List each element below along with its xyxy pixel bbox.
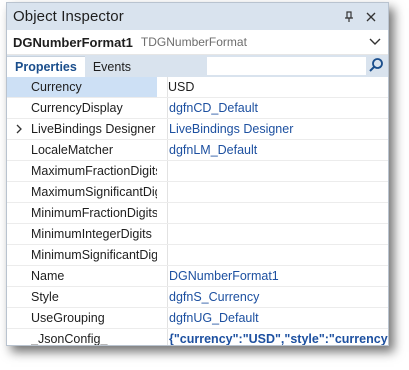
property-value-text <box>168 164 169 178</box>
property-row-name[interactable]: Name DGNumberFormat1 <box>7 266 388 287</box>
property-value[interactable] <box>167 224 388 244</box>
property-value-text: {"currency":"USD","style":"currency"} <box>169 332 388 346</box>
tab-properties[interactable]: Properties <box>7 56 85 77</box>
property-value-text <box>168 248 169 262</box>
window-title: Object Inspector <box>13 8 124 25</box>
search-icon[interactable] <box>368 57 384 78</box>
property-name: UseGrouping <box>31 311 105 325</box>
property-name: MaximumFractionDigits <box>31 164 157 178</box>
tabs-bar: Properties Events <box>7 55 388 77</box>
property-grid: Currency USD CurrencyDisplay dgfnCD_Defa… <box>7 77 388 346</box>
property-row-maximumfractiondigits[interactable]: MaximumFractionDigits <box>7 161 388 182</box>
property-value[interactable]: LiveBindings Designer <box>167 119 388 139</box>
property-value[interactable] <box>167 161 388 181</box>
property-name: LocaleMatcher <box>31 143 113 157</box>
property-row-minimumsignificantdigits[interactable]: MinimumSignificantDigits <box>7 245 388 266</box>
property-value[interactable] <box>167 182 388 202</box>
property-value-text <box>168 206 169 220</box>
property-value-text <box>168 227 169 241</box>
property-name: Style <box>31 290 59 304</box>
expand-chevron-icon[interactable] <box>14 123 24 135</box>
property-value[interactable]: dgfnS_Currency <box>167 287 388 307</box>
property-value-input[interactable]: USD <box>167 77 388 97</box>
property-row-jsonconfig[interactable]: _JsonConfig_ {"currency":"USD","style":"… <box>7 329 388 346</box>
property-row-localematcher[interactable]: LocaleMatcher dgfnLM_Default <box>7 140 388 161</box>
component-type: TDGNumberFormat <box>140 35 247 49</box>
property-name: LiveBindings Designer <box>31 122 156 136</box>
property-name: CurrencyDisplay <box>31 101 123 115</box>
title-bar[interactable]: Object Inspector <box>7 3 388 30</box>
property-name: MinimumIntegerDigits <box>31 227 152 241</box>
property-value-text: LiveBindings Designer <box>169 122 294 136</box>
tab-events[interactable]: Events <box>85 57 139 77</box>
property-name: MinimumFractionDigits <box>31 206 157 220</box>
component-selector[interactable]: DGNumberFormat1 TDGNumberFormat <box>7 30 388 55</box>
property-value-text: dgfnS_Currency <box>169 290 260 304</box>
chevron-down-icon[interactable] <box>368 34 382 53</box>
property-row-currency[interactable]: Currency USD <box>7 77 388 98</box>
property-row-minimumintegerdigits[interactable]: MinimumIntegerDigits <box>7 224 388 245</box>
property-row-livebindings[interactable]: LiveBindings Designer LiveBindings Desig… <box>7 119 388 140</box>
property-value-text: dgfnLM_Default <box>169 143 258 157</box>
property-name: MinimumSignificantDigits <box>31 248 157 262</box>
property-value-text: dgfnCD_Default <box>169 101 258 115</box>
property-row-style[interactable]: Style dgfnS_Currency <box>7 287 388 308</box>
title-bar-buttons <box>338 3 382 30</box>
property-value-text: dgfnUG_Default <box>169 311 259 325</box>
search-input[interactable] <box>207 57 366 75</box>
property-row-usegrouping[interactable]: UseGrouping dgfnUG_Default <box>7 308 388 329</box>
property-value-text: USD <box>168 80 195 94</box>
property-name: _JsonConfig_ <box>31 332 108 346</box>
property-name: Currency <box>7 77 157 97</box>
property-value[interactable] <box>167 245 388 265</box>
property-value[interactable]: dgfnLM_Default <box>167 140 388 160</box>
property-value[interactable]: dgfnUG_Default <box>167 308 388 328</box>
property-value[interactable]: {"currency":"USD","style":"currency"} <box>167 329 388 346</box>
property-row-currencydisplay[interactable]: CurrencyDisplay dgfnCD_Default <box>7 98 388 119</box>
close-icon[interactable] <box>360 6 382 28</box>
property-name: MaximumSignificantDigits <box>31 185 157 199</box>
property-row-minimumfractiondigits[interactable]: MinimumFractionDigits <box>7 203 388 224</box>
property-name: Name <box>31 269 65 283</box>
property-value[interactable]: DGNumberFormat1 <box>167 266 388 286</box>
component-name: DGNumberFormat1 <box>13 34 133 50</box>
object-inspector-window: Object Inspector DGNumberFormat1 TDGNumb… <box>6 2 389 346</box>
pin-icon[interactable] <box>338 6 360 28</box>
property-value[interactable]: dgfnCD_Default <box>167 98 388 118</box>
property-value-text: DGNumberFormat1 <box>169 269 279 283</box>
property-value[interactable] <box>167 203 388 223</box>
property-row-maximumsignificantdigits[interactable]: MaximumSignificantDigits <box>7 182 388 203</box>
property-value-text <box>168 185 169 199</box>
